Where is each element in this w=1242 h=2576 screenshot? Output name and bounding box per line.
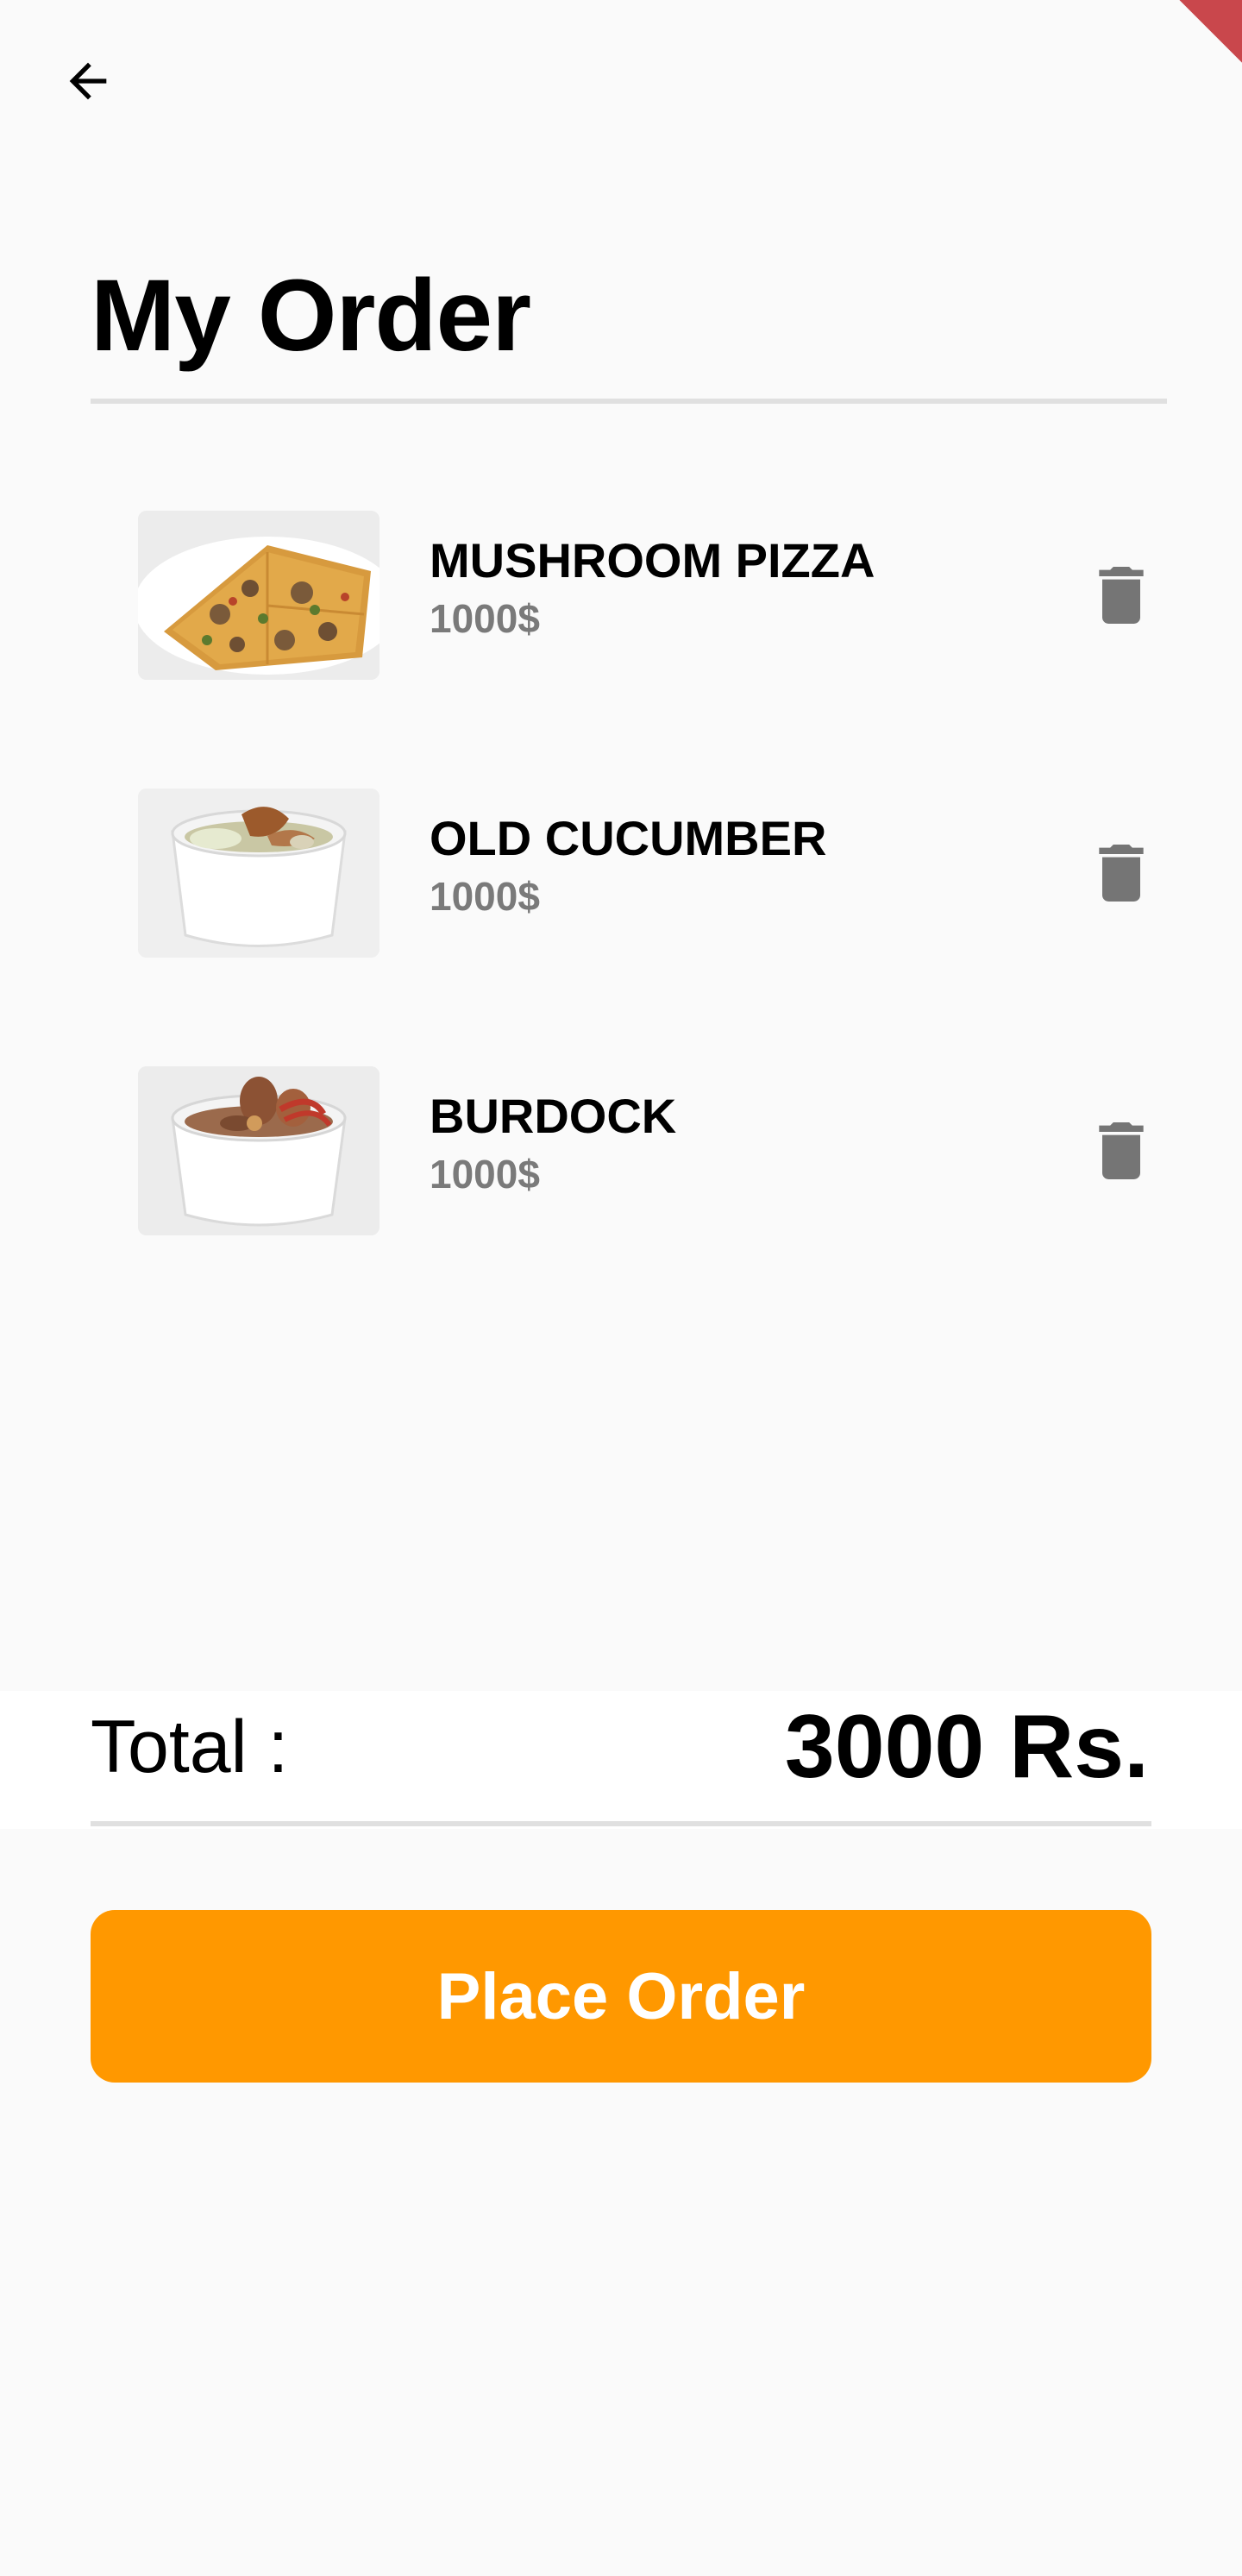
item-name: BURDOCK: [430, 1089, 677, 1143]
delete-item-button[interactable]: [1078, 830, 1164, 916]
item-price: 1000$: [430, 596, 540, 641]
total-label: Total :: [91, 1706, 289, 1788]
cucumber-soup-photo: [138, 789, 380, 958]
arrow-left-icon: [69, 62, 107, 100]
debug-banner: [1132, 0, 1242, 112]
order-item: OLD CUCUMBER 1000$: [138, 789, 1164, 958]
trash-icon: [1099, 845, 1144, 902]
place-order-button[interactable]: Place Order: [91, 1910, 1151, 2083]
item-price: 1000$: [430, 874, 540, 919]
item-name: MUSHROOM PIZZA: [430, 533, 875, 587]
item-price: 1000$: [430, 1152, 540, 1197]
total-divider: [91, 1821, 1151, 1826]
total-value: 3000 Rs.: [784, 1697, 1149, 1797]
page-title: My Order: [91, 259, 531, 373]
delete-item-button[interactable]: [1078, 552, 1164, 638]
trash-icon: [1099, 567, 1144, 624]
item-name: OLD CUCUMBER: [430, 811, 827, 865]
item-image: [138, 789, 380, 958]
item-image: [138, 511, 380, 680]
trash-icon: [1099, 1122, 1144, 1179]
burdock-soup-photo: [138, 1066, 380, 1235]
title-divider: [91, 399, 1167, 404]
item-image: [138, 1066, 380, 1235]
delete-item-button[interactable]: [1078, 1108, 1164, 1194]
back-button[interactable]: [45, 38, 131, 124]
order-item: MUSHROOM PIZZA 1000$: [138, 511, 1164, 680]
order-item: BURDOCK 1000$: [138, 1066, 1164, 1235]
mushroom-pizza-photo: [138, 511, 380, 680]
